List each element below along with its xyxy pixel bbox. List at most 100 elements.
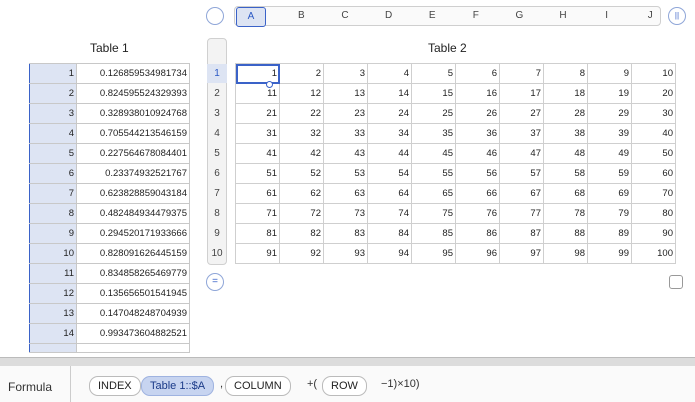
- cell[interactable]: 63: [323, 183, 368, 204]
- cell[interactable]: 6: [455, 63, 500, 84]
- cell[interactable]: 50: [631, 143, 676, 164]
- row-header-7[interactable]: 7: [207, 184, 227, 203]
- cell[interactable]: 99: [587, 243, 632, 264]
- cell-value[interactable]: 0.147048248704939: [76, 303, 190, 324]
- row-header-1[interactable]: 1: [207, 64, 227, 83]
- cell[interactable]: 45: [411, 143, 456, 164]
- row-number[interactable]: 3: [29, 103, 77, 124]
- cell[interactable]: 18: [543, 83, 588, 104]
- cell[interactable]: 43: [323, 143, 368, 164]
- cell[interactable]: 60: [631, 163, 676, 184]
- token-column[interactable]: COLUMN: [225, 376, 291, 396]
- cell[interactable]: 37: [499, 123, 544, 144]
- cell[interactable]: 68: [543, 183, 588, 204]
- cell[interactable]: 21: [235, 103, 280, 124]
- cell[interactable]: 8: [543, 63, 588, 84]
- cell[interactable]: 94: [367, 243, 412, 264]
- cell[interactable]: 52: [279, 163, 324, 184]
- cell[interactable]: 28: [543, 103, 588, 124]
- cell-value[interactable]: 0.482484934479375: [76, 203, 190, 224]
- cell[interactable]: 88: [543, 223, 588, 244]
- cell-value[interactable]: 0.834858265469779: [76, 263, 190, 284]
- cell[interactable]: 67: [499, 183, 544, 204]
- cell[interactable]: 81: [235, 223, 280, 244]
- cell[interactable]: 32: [279, 123, 324, 144]
- cell[interactable]: 15: [411, 83, 456, 104]
- cell[interactable]: 11: [235, 83, 280, 104]
- row-number[interactable]: 9: [29, 223, 77, 244]
- cell-value[interactable]: 0.705544213546159: [76, 123, 190, 144]
- row-header-6[interactable]: 6: [207, 164, 227, 183]
- cell[interactable]: 73: [323, 203, 368, 224]
- cell[interactable]: 85: [411, 223, 456, 244]
- row-number[interactable]: 4: [29, 123, 77, 144]
- cell[interactable]: 75: [411, 203, 456, 224]
- row-header-8[interactable]: 8: [207, 204, 227, 223]
- column-header-a[interactable]: A: [236, 7, 266, 27]
- cell[interactable]: 5: [411, 63, 456, 84]
- cell[interactable]: 25: [411, 103, 456, 124]
- cell[interactable]: 66: [455, 183, 500, 204]
- row-header-10[interactable]: 10: [207, 244, 227, 263]
- cell[interactable]: 72: [279, 203, 324, 224]
- cell-value[interactable]: 0.623828859043184: [76, 183, 190, 204]
- row-number[interactable]: 6: [29, 163, 77, 184]
- cell[interactable]: 69: [587, 183, 632, 204]
- cell[interactable]: 10: [631, 63, 676, 84]
- cell[interactable]: 44: [367, 143, 412, 164]
- cell[interactable]: 7: [499, 63, 544, 84]
- cell[interactable]: 70: [631, 183, 676, 204]
- cell-value[interactable]: 0.828091626445159: [76, 243, 190, 264]
- row-number[interactable]: 12: [29, 283, 77, 304]
- row-number[interactable]: 11: [29, 263, 77, 284]
- cell[interactable]: 59: [587, 163, 632, 184]
- cell[interactable]: 47: [499, 143, 544, 164]
- row-header-5[interactable]: 5: [207, 144, 227, 163]
- cell[interactable]: 13: [323, 83, 368, 104]
- token-index[interactable]: INDEX: [89, 376, 141, 396]
- cell[interactable]: 2: [279, 63, 324, 84]
- cell[interactable]: 58: [543, 163, 588, 184]
- cell[interactable]: 49: [587, 143, 632, 164]
- row-number[interactable]: 1: [29, 63, 77, 84]
- cell[interactable]: 48: [543, 143, 588, 164]
- cell[interactable]: 83: [323, 223, 368, 244]
- cell[interactable]: 95: [411, 243, 456, 264]
- row-number[interactable]: 7: [29, 183, 77, 204]
- cell[interactable]: 87: [499, 223, 544, 244]
- column-header-h[interactable]: H: [541, 7, 585, 25]
- cell[interactable]: 64: [367, 183, 412, 204]
- cell[interactable]: 30: [631, 103, 676, 124]
- cell[interactable]: 76: [455, 203, 500, 224]
- cell[interactable]: 71: [235, 203, 280, 224]
- column-header-c[interactable]: C: [323, 7, 367, 25]
- row-header-9[interactable]: 9: [207, 224, 227, 243]
- row-number[interactable]: 13: [29, 303, 77, 324]
- cell[interactable]: 39: [587, 123, 632, 144]
- row-number[interactable]: 5: [29, 143, 77, 164]
- cell[interactable]: 26: [455, 103, 500, 124]
- row-number[interactable]: 14: [29, 323, 77, 344]
- cell[interactable]: 74: [367, 203, 412, 224]
- cell[interactable]: 34: [367, 123, 412, 144]
- cell[interactable]: 84: [367, 223, 412, 244]
- row-number[interactable]: 8: [29, 203, 77, 224]
- cell[interactable]: 23: [323, 103, 368, 124]
- cell[interactable]: 46: [455, 143, 500, 164]
- cell[interactable]: 53: [323, 163, 368, 184]
- cell-value[interactable]: 0.126859534981734: [76, 63, 190, 84]
- cell[interactable]: 17: [499, 83, 544, 104]
- cell[interactable]: 54: [367, 163, 412, 184]
- row-header-2[interactable]: 2: [207, 84, 227, 103]
- cell[interactable]: 9: [587, 63, 632, 84]
- cell[interactable]: 80: [631, 203, 676, 224]
- cell[interactable]: 41: [235, 143, 280, 164]
- column-header-e[interactable]: E: [410, 7, 454, 25]
- cell[interactable]: 86: [455, 223, 500, 244]
- column-header-b[interactable]: B: [280, 7, 324, 25]
- cell[interactable]: 42: [279, 143, 324, 164]
- row-number[interactable]: 2: [29, 83, 77, 104]
- cell[interactable]: 96: [455, 243, 500, 264]
- column-header-j[interactable]: J: [628, 7, 672, 25]
- cell[interactable]: 1: [235, 63, 280, 84]
